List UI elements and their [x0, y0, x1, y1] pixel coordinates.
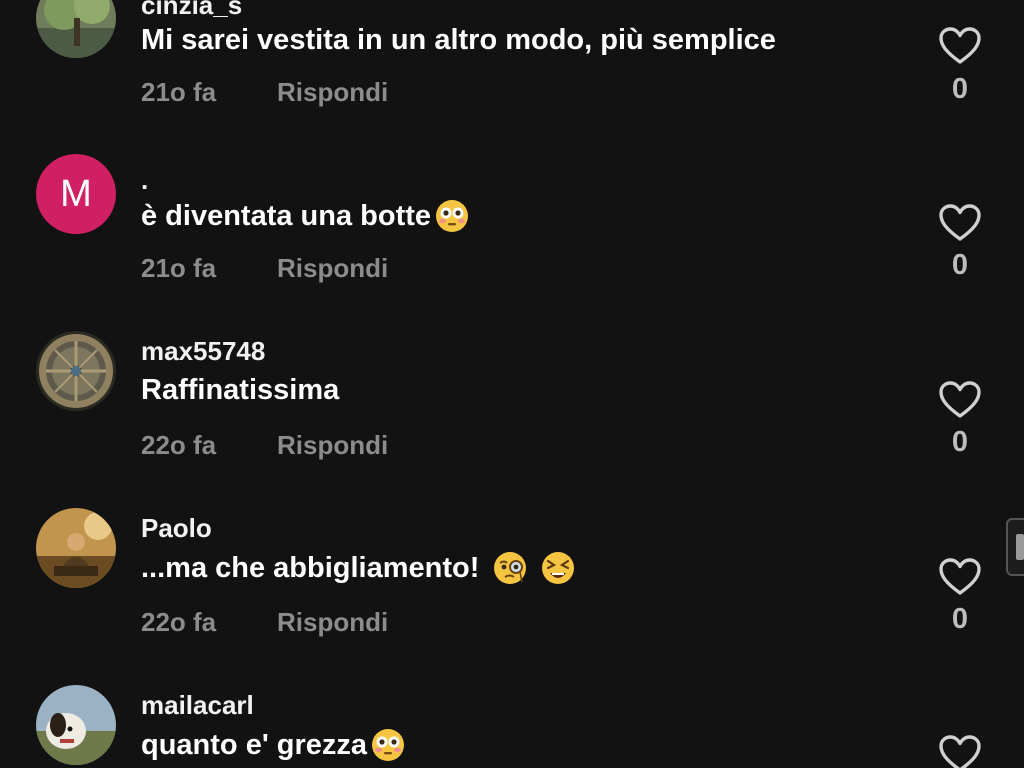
like-count: 0: [951, 426, 969, 458]
heart-outline-icon[interactable]: [938, 734, 982, 768]
comment-time: 21o fa: [141, 77, 217, 107]
comment-time: 22o fa: [141, 607, 217, 637]
comment-text: quanto e' grezza: [141, 728, 405, 762]
flushed-face-emoji: [371, 728, 405, 762]
comment-time: 21o fa: [141, 253, 217, 283]
comment-text: Raffinatissima: [141, 374, 339, 407]
flushed-face-emoji: [435, 199, 469, 233]
comment-item: mailacarl quanto e' grezza: [0, 658, 1024, 768]
reply-button[interactable]: Rispondi: [277, 253, 388, 284]
like-count: 0: [951, 603, 969, 635]
comment-meta: 22o fa Rispondi: [141, 430, 388, 461]
avatar[interactable]: [36, 0, 116, 58]
like-count: 0: [951, 73, 969, 105]
comment-text: Mi sarei vestita in un altro modo, più s…: [141, 24, 776, 57]
avatar-letter: M: [60, 172, 92, 215]
comment-time: 22o fa: [141, 430, 217, 460]
like-count: 0: [951, 249, 969, 281]
comment-item: Paolo ...ma che abbigliamento! 22o fa Ri…: [0, 481, 1024, 658]
comment-text: ...ma che abbigliamento!: [141, 551, 575, 585]
heart-outline-icon[interactable]: [938, 26, 982, 66]
comment-item: max55748 Raffinatissima 22o fa Rispondi …: [0, 304, 1024, 481]
comment-username[interactable]: mailacarl: [141, 690, 254, 721]
comment-meta: 21o fa Rispondi: [141, 77, 388, 108]
comment-text-content: ...ma che abbigliamento!: [141, 551, 480, 584]
heart-outline-icon[interactable]: [938, 380, 982, 420]
comment-text-content: Mi sarei vestita in un altro modo, più s…: [141, 24, 776, 56]
reply-button[interactable]: Rispondi: [277, 77, 388, 108]
avatar[interactable]: M: [36, 154, 116, 234]
comment-meta: 21o fa Rispondi: [141, 253, 388, 284]
heart-outline-icon[interactable]: [938, 203, 982, 243]
avatar[interactable]: [36, 685, 116, 765]
comment-text-content: quanto e' grezza: [141, 728, 368, 761]
reply-button[interactable]: Rispondi: [277, 607, 388, 638]
comment-username[interactable]: cinzia_s: [141, 0, 242, 21]
comment-username[interactable]: max55748: [141, 336, 265, 367]
comment-username[interactable]: Paolo: [141, 513, 212, 544]
comment-text: è diventata una botte: [141, 199, 469, 233]
monocle-face-emoji: [493, 551, 527, 585]
comment-text-content: Raffinatissima: [141, 374, 340, 406]
comment-item: M . è diventata una botte 21o fa Rispond…: [0, 127, 1024, 304]
scroll-handle[interactable]: [1006, 518, 1024, 576]
comment-item: cinzia_s Mi sarei vestita in un altro mo…: [0, 0, 1024, 127]
tired-face-emoji: [541, 551, 575, 585]
comment-username[interactable]: .: [141, 165, 148, 196]
heart-outline-icon[interactable]: [938, 557, 982, 597]
comment-text-content: è diventata una botte: [141, 199, 432, 232]
avatar[interactable]: [36, 331, 116, 411]
comment-meta: 22o fa Rispondi: [141, 607, 388, 638]
reply-button[interactable]: Rispondi: [277, 430, 388, 461]
avatar[interactable]: [36, 508, 116, 588]
